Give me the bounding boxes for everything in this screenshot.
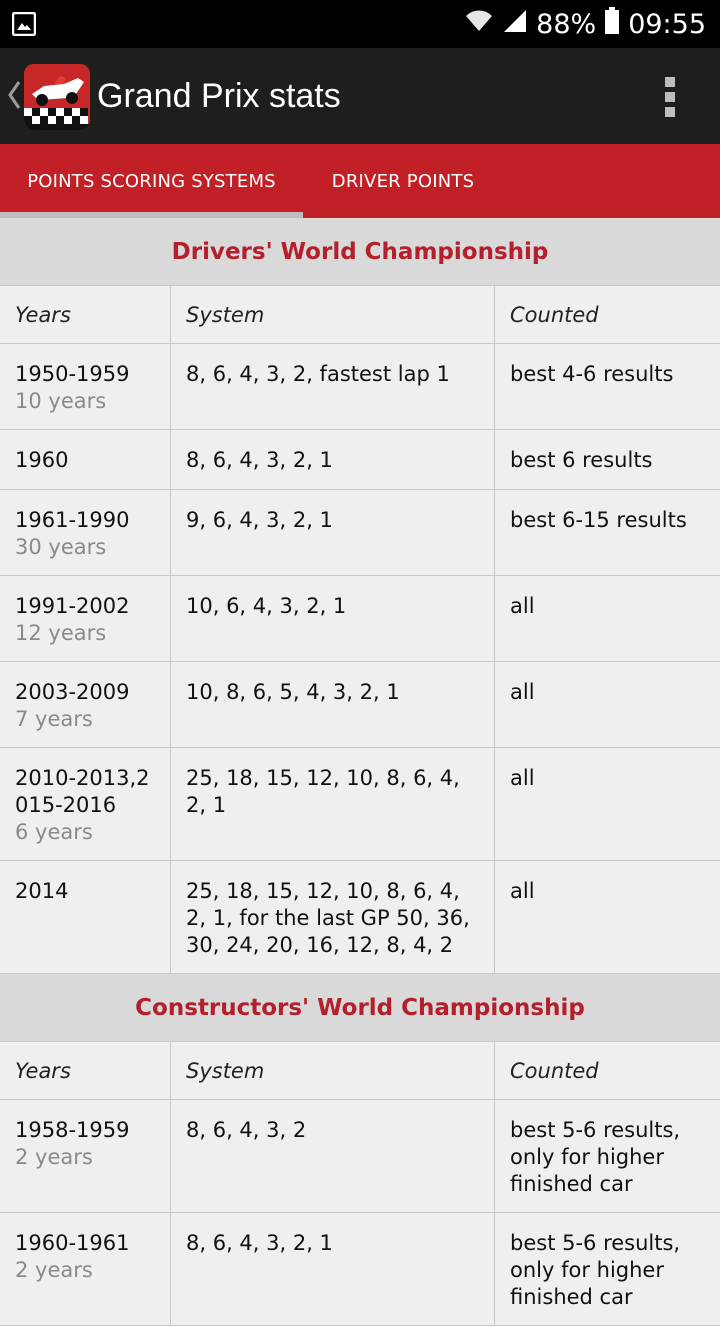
tab-label: DRIVER POINTS [331,170,475,192]
tab-label: POINTS SCORING SYSTEMS [27,170,276,192]
battery-percent: 88% [536,8,597,40]
table-row[interactable]: 1960-1961 2 years 8, 6, 4, 3, 2, 1 best … [0,1213,720,1326]
table-header-row: Years System Counted [0,1042,720,1100]
counted-cell: best 6-15 results [510,508,687,532]
column-header-counted: Counted [510,1059,599,1083]
system-cell: 10, 8, 6, 5, 4, 3, 2, 1 [171,662,495,747]
counted-cell: best 5-6 results, only for higher finish… [510,1118,681,1196]
app-title: Grand Prix stats [97,77,341,115]
table-row[interactable]: 1960 8, 6, 4, 3, 2, 1 best 6 results [0,430,720,490]
column-header-years: Years [0,286,171,343]
column-header-counted: Counted [510,303,599,327]
years-cell: 2010-2013,2015-2016 6 years [0,748,171,860]
table-row[interactable]: 2003-2009 7 years 10, 8, 6, 5, 4, 3, 2, … [0,662,720,748]
system-cell: 9, 6, 4, 3, 2, 1 [171,490,495,575]
column-header-system: System [171,286,495,343]
gallery-notification-icon [11,11,37,37]
system-cell: 10, 6, 4, 3, 2, 1 [171,576,495,661]
status-bar: 88% 09:55 [0,0,720,48]
table-row[interactable]: 1961-1990 30 years 9, 6, 4, 3, 2, 1 best… [0,490,720,576]
years-range: 1960-1961 [15,1231,130,1255]
column-header-system: System [171,1042,495,1099]
tab-points-scoring-systems[interactable]: POINTS SCORING SYSTEMS [0,144,303,218]
system-cell: 8, 6, 4, 3, 2 [171,1100,495,1212]
counted-cell: best 5-6 results, only for higher finish… [510,1231,681,1309]
section-title-drivers: Drivers' World Championship [0,218,720,286]
years-cell: 1958-1959 2 years [0,1100,171,1212]
table-row[interactable]: 1950-1959 10 years 8, 6, 4, 3, 2, fastes… [0,344,720,430]
counted-cell: all [510,766,535,790]
counted-cell: all [510,680,535,704]
years-cell: 1960-1961 2 years [0,1213,171,1325]
years-cell: 1960 [0,430,171,489]
signal-icon [502,8,528,41]
app-logo-icon[interactable] [24,64,90,130]
years-span: 12 years [15,621,107,645]
counted-cell: best 4-6 results [510,362,674,386]
years-range: 1950-1959 [15,362,130,386]
years-cell: 1950-1959 10 years [0,344,171,429]
back-icon[interactable] [6,80,22,110]
table-row[interactable]: 1991-2002 12 years 10, 6, 4, 3, 2, 1 all [0,576,720,662]
table-row[interactable]: 1958-1959 2 years 8, 6, 4, 3, 2 best 5-6… [0,1100,720,1213]
years-span: 7 years [15,707,93,731]
years-cell: 1991-2002 12 years [0,576,171,661]
years-cell: 1961-1990 30 years [0,490,171,575]
system-cell: 25, 18, 15, 12, 10, 8, 6, 4, 2, 1 [171,748,495,860]
years-range: 2010-2013,2015-2016 [15,766,150,817]
system-cell: 8, 6, 4, 3, 2, fastest lap 1 [171,344,495,429]
years-range: 1960 [15,448,69,472]
section-title-constructors: Constructors' World Championship [0,974,720,1042]
system-cell: 8, 6, 4, 3, 2, 1 [171,430,495,489]
battery-icon [604,6,620,42]
years-range: 1991-2002 [15,594,130,618]
years-range: 2014 [15,879,69,903]
column-header-years: Years [0,1042,171,1099]
tab-driver-points[interactable]: DRIVER POINTS [303,144,503,218]
scroll-content[interactable]: Drivers' World Championship Years System… [0,218,720,1326]
counted-cell: best 6 results [510,448,653,472]
tab-bar: POINTS SCORING SYSTEMS DRIVER POINTS [0,144,720,218]
table-row[interactable]: 2010-2013,2015-2016 6 years 25, 18, 15, … [0,748,720,861]
system-cell: 8, 6, 4, 3, 2, 1 [171,1213,495,1325]
counted-cell: all [510,594,535,618]
years-range: 1961-1990 [15,508,130,532]
table-row[interactable]: 2014 25, 18, 15, 12, 10, 8, 6, 4, 2, 1, … [0,861,720,974]
clock: 09:55 [628,8,706,40]
years-range: 1958-1959 [15,1118,130,1142]
years-span: 10 years [15,389,107,413]
years-cell: 2003-2009 7 years [0,662,171,747]
years-span: 30 years [15,535,107,559]
app-bar: Grand Prix stats [0,48,720,144]
years-cell: 2014 [0,861,171,973]
counted-cell: all [510,879,535,903]
wifi-icon [464,7,494,42]
overflow-menu-icon[interactable] [664,76,676,118]
years-range: 2003-2009 [15,680,130,704]
table-header-row: Years System Counted [0,286,720,344]
years-span: 6 years [15,820,93,844]
system-cell: 25, 18, 15, 12, 10, 8, 6, 4, 2, 1, for t… [171,861,495,973]
years-span: 2 years [15,1145,93,1169]
